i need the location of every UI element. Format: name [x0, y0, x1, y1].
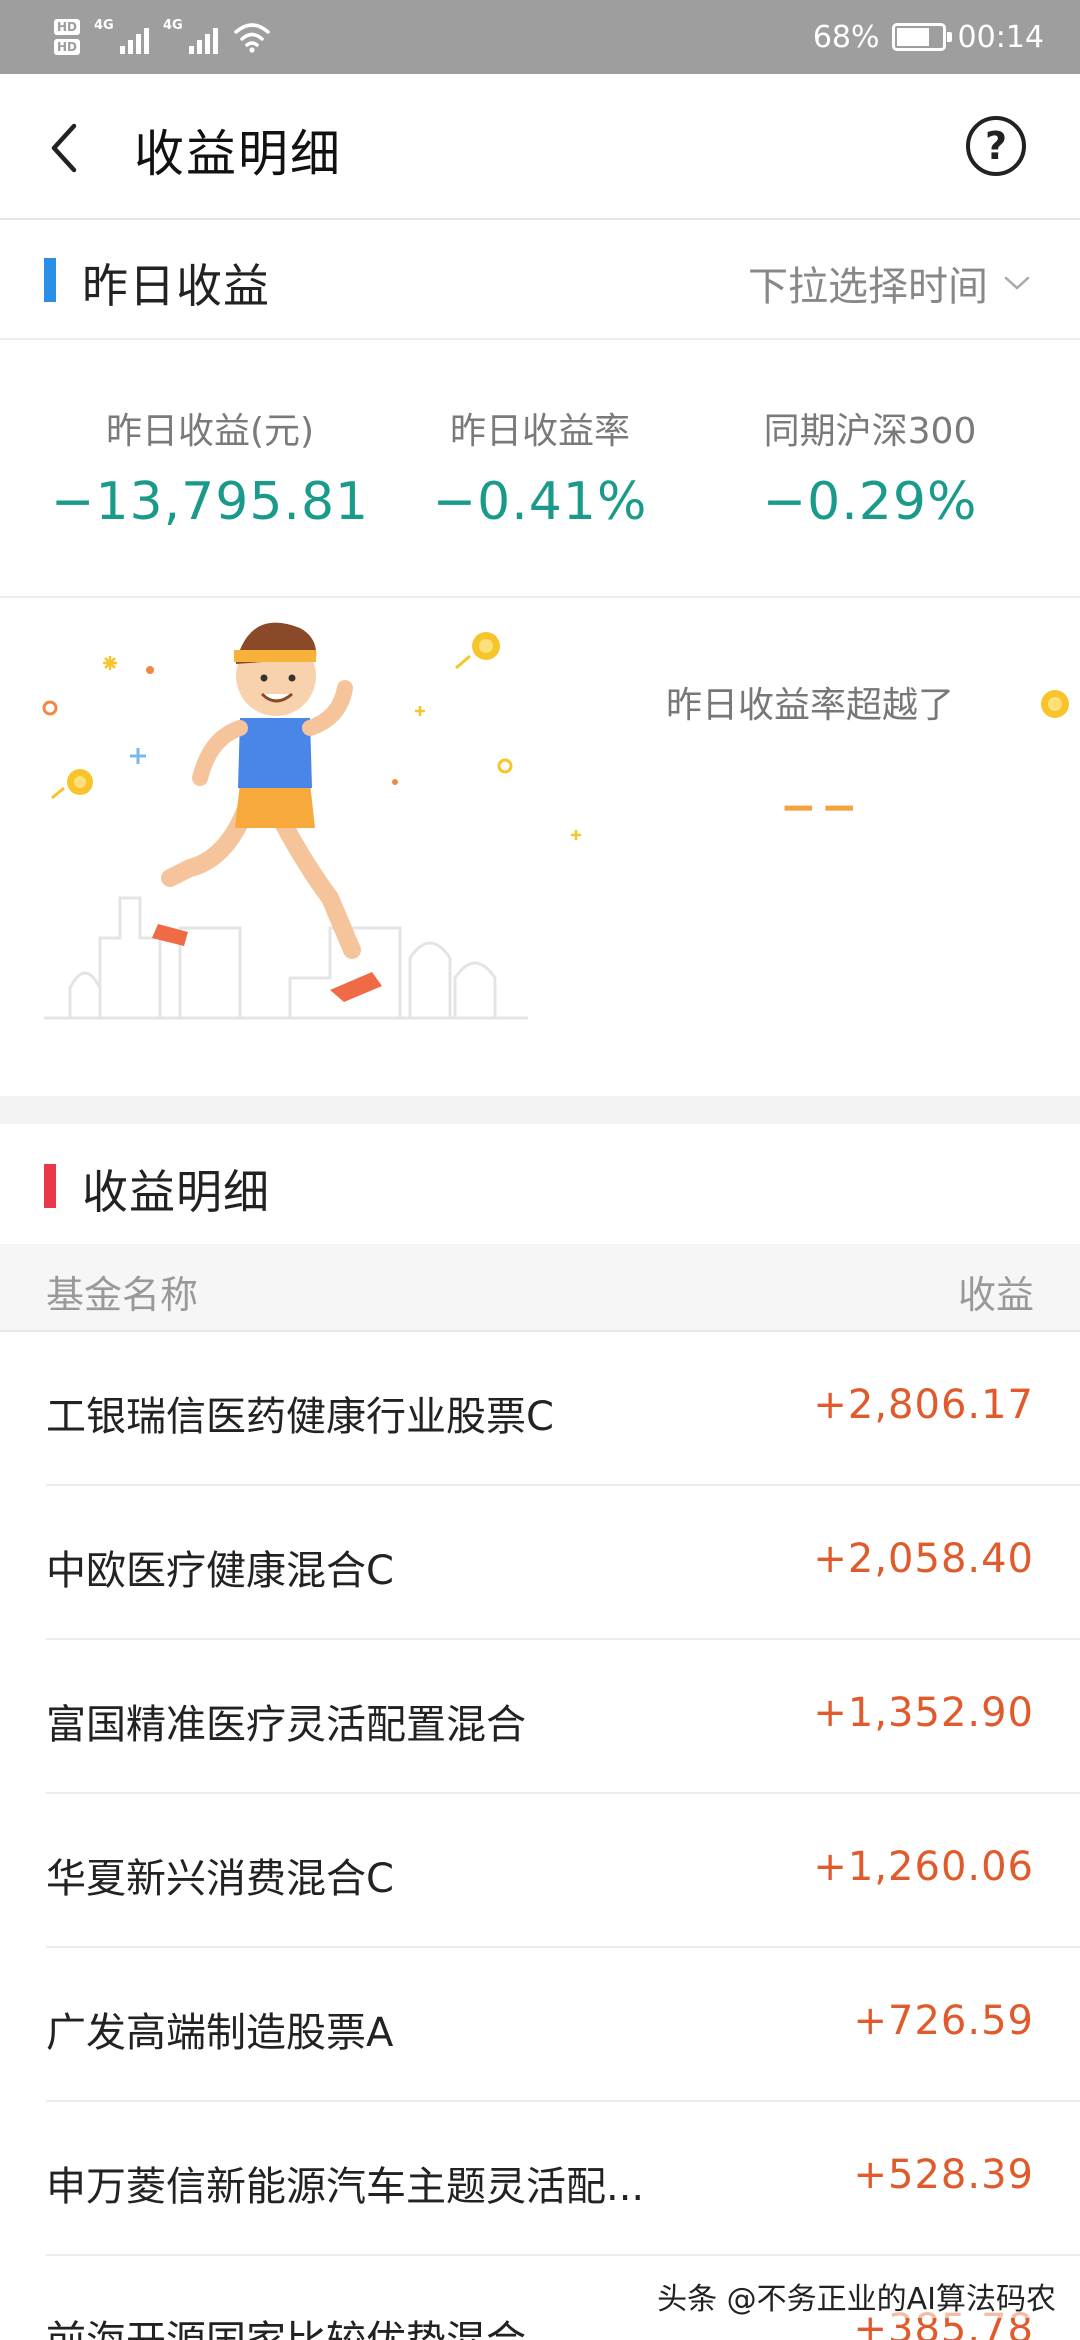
time-picker-label: 下拉选择时间	[748, 264, 988, 310]
status-right: 68% 00:14	[813, 14, 1044, 60]
fund-name: 中欧医疗健康混合C	[46, 1548, 394, 1594]
stat-value: −0.29%	[762, 472, 978, 532]
section-divider	[0, 1096, 1080, 1124]
stat-yesterday-rate: 昨日收益率 −0.41%	[370, 402, 710, 532]
yesterday-section-header: 昨日收益 下拉选择时间	[0, 220, 1080, 338]
table-row[interactable]: 富国精准医疗灵活配置混合 +1,352.90	[46, 1640, 1080, 1794]
network-type: 4G	[94, 18, 114, 33]
fund-name: 申万菱信新能源汽车主题灵活配...	[46, 2164, 645, 2210]
fund-name: 广发高端制造股票A	[46, 2010, 394, 2056]
table-header: 基金名称 收益	[0, 1244, 1080, 1332]
stat-label: 昨日收益(元)	[105, 411, 315, 452]
chevron-left-icon[interactable]	[44, 118, 92, 178]
performance-illustration: 昨日收益率超越了 −−	[0, 598, 1080, 1096]
table-row[interactable]: 申万菱信新能源汽车主题灵活配... +528.39	[46, 2102, 1080, 2256]
fund-name: 华夏新兴消费混合C	[46, 1856, 394, 1902]
nav-bar: 收益明细 ?	[0, 74, 1080, 220]
column-header-income: 收益	[957, 1273, 1034, 1317]
hd-indicators: HD HD	[54, 19, 81, 55]
network-type: 4G	[163, 18, 183, 33]
fund-income: +726.59	[853, 1998, 1034, 2044]
beat-rate-label: 昨日收益率超越了	[666, 685, 955, 726]
time-picker-dropdown[interactable]: 下拉选择时间	[748, 254, 1032, 312]
section-accent-bar	[44, 258, 56, 302]
signal-icon: 4G	[94, 18, 150, 54]
fund-income: +1,352.90	[813, 1690, 1034, 1736]
fund-income-list: 工银瑞信医药健康行业股票C +2,806.17 中欧医疗健康混合C +2,058…	[0, 1332, 1080, 2340]
beat-rate-value: −−	[780, 782, 862, 833]
fund-name: 前海开源国家比较优势混合	[46, 2308, 526, 2340]
stat-value: −0.41%	[432, 472, 648, 532]
stat-label: 昨日收益率	[449, 411, 630, 452]
runner-illustration	[42, 622, 1069, 1020]
stat-value: −13,795.81	[50, 472, 370, 532]
stat-label: 同期沪深300	[763, 411, 977, 452]
chevron-down-icon	[1004, 276, 1030, 290]
stat-hs300: 同期沪深300 −0.29%	[700, 402, 1040, 532]
column-header-fund-name: 基金名称	[46, 1273, 199, 1317]
fund-name: 富国精准医疗灵活配置混合	[46, 1702, 526, 1748]
section-title: 收益明细	[82, 1165, 270, 1219]
summary-stats: 昨日收益(元) −13,795.81 昨日收益率 −0.41% 同期沪深300 …	[0, 338, 1080, 598]
table-row[interactable]: 中欧医疗健康混合C +2,058.40	[46, 1486, 1080, 1640]
detail-section-header: 收益明细	[0, 1126, 1080, 1244]
status-left: HD HD 4G 4G	[54, 14, 272, 60]
section-accent-bar	[44, 1164, 56, 1208]
table-row[interactable]: 华夏新兴消费混合C +1,260.06	[46, 1794, 1080, 1948]
table-row[interactable]: 广发高端制造股票A +726.59	[46, 1948, 1080, 2102]
fund-income: +528.39	[853, 2152, 1034, 2198]
stat-yesterday-income: 昨日收益(元) −13,795.81	[40, 402, 380, 532]
section-title: 昨日收益	[82, 259, 270, 313]
table-row[interactable]: 工银瑞信医药健康行业股票C +2,806.17	[46, 1332, 1080, 1486]
status-bar: HD HD 4G 4G 68% 00:14	[0, 0, 1080, 74]
fund-income: +2,806.17	[813, 1382, 1034, 1428]
page-title: 收益明细	[134, 125, 342, 183]
fund-income: +1,260.06	[813, 1844, 1034, 1890]
hd-badge: HD	[54, 39, 81, 55]
hd-badge: HD	[54, 19, 81, 35]
wifi-icon	[234, 23, 270, 53]
signal-icon: 4G	[163, 18, 219, 54]
fund-name: 工银瑞信医药健康行业股票C	[46, 1394, 554, 1440]
watermark: 头条 @不务正业的AI算法码农	[653, 2274, 1060, 2318]
help-circle-icon[interactable]: ?	[966, 116, 1026, 176]
fund-income: +2,058.40	[813, 1536, 1034, 1582]
battery-percent: 68%	[812, 19, 880, 55]
clock: 00:14	[957, 19, 1044, 55]
battery-icon	[891, 23, 952, 51]
